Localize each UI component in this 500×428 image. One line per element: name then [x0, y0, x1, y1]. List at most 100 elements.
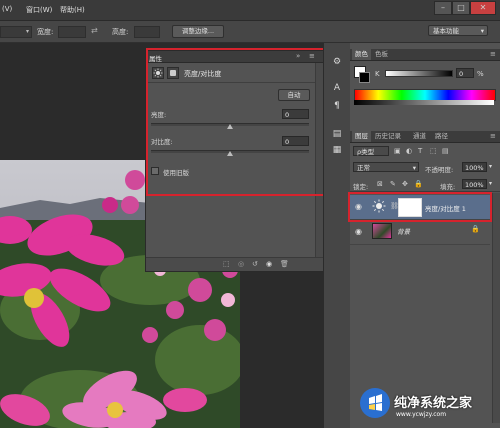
view-previous-icon[interactable]: ◎: [238, 260, 244, 268]
filter-type-icon[interactable]: T: [418, 147, 422, 155]
properties-panel: 属性 » ≡ 亮度/对比度 自动 亮度: 0 对比度: 0 使用旧版 ⬚ ◎ ↺…: [145, 50, 324, 272]
panel-icon-strip: ⚙ A ¶ ▤ ▦: [323, 43, 352, 428]
contrast-label: 对比度:: [151, 138, 173, 146]
height-field[interactable]: [134, 26, 160, 38]
properties-footer: ⬚ ◎ ↺ ◉ 🗑: [146, 257, 323, 271]
chevron-down-icon: ▾: [480, 27, 484, 35]
chevron-down-icon: ▾: [412, 164, 416, 172]
tab-swatches[interactable]: 色板: [372, 49, 391, 60]
tab-paths[interactable]: 路径: [432, 131, 451, 142]
watermark-logo: [360, 388, 390, 418]
filter-adjustment-icon[interactable]: ◐: [406, 147, 412, 155]
chevron-down-icon[interactable]: ▾: [489, 163, 492, 170]
blend-mode-dropdown[interactable]: 正常 ▾: [353, 162, 419, 172]
maximize-button[interactable]: □: [452, 1, 470, 15]
watermark: 纯净系统之家 www.ycwjzy.com: [358, 380, 498, 426]
clip-to-layer-icon[interactable]: ⬚: [223, 260, 230, 268]
lock-transparent-icon[interactable]: ⊠: [377, 180, 383, 188]
workspace-dropdown[interactable]: 基本功能 ▾: [428, 25, 488, 36]
width-label: 宽度:: [37, 28, 54, 36]
color-panel-tabs: 颜色 色板 ≡: [350, 49, 500, 61]
watermark-url: www.ycwjzy.com: [396, 411, 447, 418]
actions-strip-icon[interactable]: ▦: [331, 145, 343, 155]
reset-icon[interactable]: ↺: [252, 260, 258, 268]
layer-row-background[interactable]: ◉ 背景 🔒: [350, 220, 490, 245]
style-dropdown[interactable]: ▾: [0, 26, 32, 38]
tab-channels[interactable]: 通道: [410, 131, 429, 142]
fill-field[interactable]: 100%: [462, 179, 487, 189]
filter-smart-icon[interactable]: ▤: [442, 147, 449, 155]
visibility-eye-icon[interactable]: ◉: [355, 202, 362, 211]
tab-properties[interactable]: 属性: [149, 53, 162, 63]
divider: [350, 191, 500, 192]
refine-edge-button[interactable]: 调整边缘...: [172, 25, 224, 38]
width-field[interactable]: [58, 26, 86, 38]
chevron-down-icon[interactable]: ▾: [489, 180, 492, 187]
opacity-label: 不透明度:: [425, 166, 454, 174]
layer-row-adjustment[interactable]: ◉ ⛓ 亮度/对比度 1: [350, 195, 490, 220]
layer-name[interactable]: 背景: [397, 226, 410, 236]
background-color-swatch[interactable]: [359, 72, 370, 83]
menu-help[interactable]: 帮助(H): [60, 5, 85, 15]
visibility-eye-icon[interactable]: ◉: [266, 260, 272, 268]
layer-thumbnail: [372, 223, 392, 239]
brightness-field[interactable]: 0: [282, 109, 309, 119]
panel-menu-icon[interactable]: ≡: [490, 50, 496, 58]
history-strip-icon[interactable]: ▤: [331, 129, 343, 139]
panel-menu-icon[interactable]: ≡: [309, 52, 315, 60]
options-bar: ▾ 宽度: ⇄ 高度: 调整边缘... 基本功能 ▾: [0, 21, 500, 43]
k-value-field[interactable]: 0: [456, 68, 474, 78]
filter-shape-icon[interactable]: ⬚: [430, 147, 437, 155]
lock-all-icon[interactable]: 🔒: [414, 180, 423, 188]
panel-menu-icon[interactable]: ≡: [490, 132, 496, 140]
character-strip-icon[interactable]: A: [331, 83, 343, 93]
contrast-field[interactable]: 0: [282, 136, 309, 146]
layer-name[interactable]: 亮度/对比度 1: [425, 203, 466, 213]
layers-panel-tabs: 图层 历史记录 通道 路径 ≡: [350, 131, 500, 143]
legacy-checkbox[interactable]: [151, 167, 159, 175]
blend-mode-label: 正常: [357, 164, 370, 172]
close-button[interactable]: ✕: [470, 1, 496, 15]
grayscale-ramp[interactable]: [354, 100, 494, 105]
tab-color[interactable]: 颜色: [352, 49, 371, 60]
lock-label: 锁定:: [353, 183, 369, 191]
channel-label: K: [375, 70, 380, 78]
percent-unit: %: [477, 70, 484, 78]
layer-mask-icon[interactable]: [167, 67, 179, 79]
legacy-label: 使用旧版: [163, 169, 189, 177]
menu-window[interactable]: 窗口(W): [26, 5, 52, 15]
swap-arrows-icon[interactable]: ⇄: [91, 26, 98, 35]
opacity-field[interactable]: 100%: [462, 162, 487, 172]
layer-kind-filter[interactable]: ρ类型: [353, 146, 389, 156]
lock-move-icon[interactable]: ✥: [402, 180, 408, 188]
tab-history[interactable]: 历史记录: [372, 131, 404, 142]
visibility-eye-icon[interactable]: ◉: [355, 227, 362, 236]
divider: [146, 82, 323, 83]
kind-filter-label: ρ类型: [357, 148, 375, 156]
paragraph-strip-icon[interactable]: ¶: [331, 101, 343, 111]
menu-view[interactable]: (V): [2, 5, 12, 13]
chevron-down-icon: ▾: [25, 28, 29, 35]
tab-layers[interactable]: 图层: [352, 131, 371, 142]
workspace-label: 基本功能: [433, 27, 459, 35]
adjustment-title: 亮度/对比度: [184, 70, 222, 78]
contrast-slider-thumb[interactable]: [227, 151, 233, 156]
trash-icon[interactable]: 🗑: [280, 260, 289, 268]
filter-pixel-icon[interactable]: ▣: [394, 147, 401, 155]
minimize-button[interactable]: –: [434, 1, 452, 15]
fill-label: 填充:: [440, 183, 456, 191]
k-slider[interactable]: [385, 70, 453, 77]
brightness-icon: [152, 67, 164, 79]
properties-scrollbar[interactable]: [315, 63, 323, 259]
brightness-slider-thumb[interactable]: [227, 124, 233, 129]
brightness-contrast-icon: [372, 199, 386, 213]
lock-brush-icon[interactable]: ✎: [390, 180, 396, 188]
layer-mask-thumbnail[interactable]: [398, 198, 422, 217]
height-label: 高度:: [112, 28, 129, 36]
properties-strip-icon[interactable]: ⚙: [331, 57, 343, 67]
double-chevron-right-icon[interactable]: »: [296, 52, 300, 60]
auto-button[interactable]: 自动: [278, 89, 310, 101]
lock-icon: 🔒: [471, 225, 480, 233]
right-panel-dock: 颜色 色板 ≡ K 0 % 图层 历史记录 通道 路径 ≡ ρ类型 ▣ ◐ T …: [348, 43, 500, 428]
brightness-label: 亮度:: [151, 111, 167, 119]
